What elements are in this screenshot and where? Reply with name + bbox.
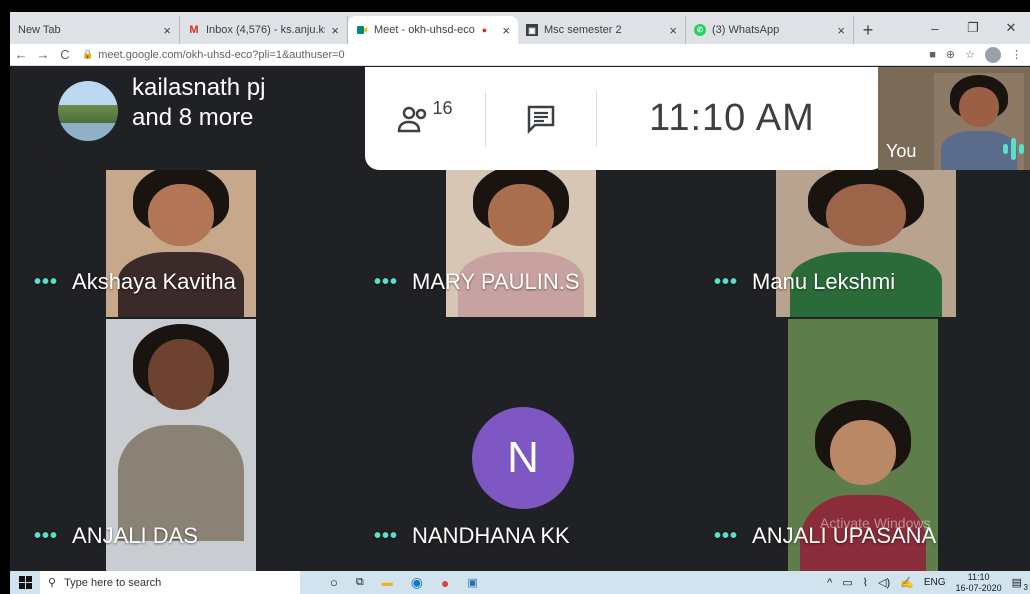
participant-name: ••• Manu Lekshmi bbox=[714, 269, 896, 294]
close-icon[interactable]: × bbox=[669, 23, 677, 38]
close-icon[interactable]: × bbox=[837, 23, 845, 38]
back-icon[interactable]: ← bbox=[10, 47, 32, 62]
speaking-indicator-icon bbox=[1003, 138, 1024, 160]
participant-tile[interactable]: ••• ANJALI DAS bbox=[10, 319, 350, 571]
tab-label: Msc semester 2 bbox=[544, 24, 622, 36]
screen: New Tab × M Inbox (4,576) - ks.anju.ks@g… bbox=[10, 12, 1030, 594]
taskbar-search[interactable]: ⚲ Type here to search bbox=[40, 571, 300, 594]
participant-tile[interactable]: ••• ANJALI UPASANA Activate Windows bbox=[690, 319, 1030, 571]
classroom-icon: ▣ bbox=[526, 24, 538, 36]
notification-count: 3 bbox=[1023, 583, 1028, 592]
more-options-icon[interactable]: ••• bbox=[34, 271, 58, 294]
url-text: meet.google.com/okh-uhsd-eco?pli=1&authu… bbox=[98, 48, 345, 61]
battery-icon[interactable]: ▭ bbox=[842, 576, 852, 589]
presenter-names: kailasnath pj and 8 more bbox=[132, 73, 372, 133]
close-icon[interactable]: × bbox=[331, 23, 339, 38]
tab-strip: New Tab × M Inbox (4,576) - ks.anju.ks@g… bbox=[10, 12, 1030, 44]
language-indicator[interactable]: ENG bbox=[924, 577, 946, 588]
presenter-name: kailasnath pj bbox=[132, 74, 266, 101]
recording-icon: ● bbox=[481, 25, 488, 35]
meet-icon bbox=[356, 24, 368, 36]
participant-count: 16 bbox=[432, 98, 453, 118]
chat-button[interactable] bbox=[486, 104, 596, 134]
more-options-icon[interactable]: ••• bbox=[714, 271, 738, 294]
tab-classroom[interactable]: ▣ Msc semester 2 × bbox=[518, 16, 686, 44]
search-placeholder: Type here to search bbox=[64, 576, 162, 589]
windows-start-icon[interactable] bbox=[10, 571, 40, 594]
address-bar: ← → C 🔒 meet.google.com/okh-uhsd-eco?pli… bbox=[10, 44, 1030, 66]
toolbar-icons: ■ ⊕ ☆ ⋮ bbox=[929, 46, 1030, 63]
activate-windows-watermark: Activate Windows bbox=[820, 515, 931, 531]
tab-label: Meet - okh-uhsd-eco bbox=[374, 24, 475, 36]
self-view[interactable]: You bbox=[878, 67, 1030, 170]
meeting-info-bar: 16 11:10 AM bbox=[365, 67, 885, 170]
photos-icon[interactable]: ▣ bbox=[467, 576, 477, 589]
search-icon: ⚲ bbox=[48, 577, 57, 589]
participant-avatar: N bbox=[472, 407, 574, 509]
maximize-icon[interactable]: ❐ bbox=[954, 12, 992, 44]
tab-new-tab[interactable]: New Tab × bbox=[10, 16, 180, 44]
taskbar-apps: ○ ⧉ ▬ ◉ ● ▣ bbox=[330, 574, 478, 591]
presenter-more: and 8 more bbox=[132, 104, 254, 131]
meeting-clock: 11:10 AM bbox=[649, 97, 815, 139]
participant-name: ••• Akshaya Kavitha bbox=[34, 269, 236, 294]
cortana-icon[interactable]: ○ bbox=[330, 575, 338, 590]
tab-whatsapp[interactable]: ✆ (3) WhatsApp × bbox=[686, 16, 854, 44]
tab-label: New Tab bbox=[18, 24, 61, 36]
new-tab-button[interactable]: + bbox=[854, 16, 882, 44]
tab-gmail[interactable]: M Inbox (4,576) - ks.anju.ks@gm × bbox=[180, 16, 348, 44]
camera-icon[interactable]: ■ bbox=[929, 49, 936, 61]
self-label: You bbox=[886, 141, 917, 161]
presenter-thumbnail bbox=[58, 81, 118, 141]
forward-icon[interactable]: → bbox=[32, 47, 54, 62]
participant-name: ••• MARY PAULIN.S bbox=[374, 269, 580, 294]
tab-meet[interactable]: Meet - okh-uhsd-eco ● × bbox=[348, 16, 518, 44]
more-options-icon[interactable]: ••• bbox=[34, 525, 58, 548]
chevron-up-icon[interactable]: ^ bbox=[827, 577, 832, 589]
menu-icon[interactable]: ⋮ bbox=[1011, 48, 1022, 61]
clock-time: 11:10 bbox=[967, 571, 990, 582]
volume-icon[interactable]: ◁) bbox=[878, 576, 890, 589]
profile-avatar[interactable] bbox=[985, 46, 1001, 63]
close-icon[interactable]: × bbox=[163, 23, 171, 38]
notification-icon[interactable]: ▤ 3 bbox=[1012, 576, 1028, 592]
clock-date: 16-07-2020 bbox=[955, 582, 1002, 593]
lock-icon[interactable]: 🔒 bbox=[82, 49, 93, 60]
url-field[interactable]: 🔒 meet.google.com/okh-uhsd-eco?pli=1&aut… bbox=[76, 46, 929, 64]
close-icon[interactable]: × bbox=[502, 23, 510, 38]
window-controls: – ❐ ✕ bbox=[916, 12, 1030, 44]
participant-name: ••• ANJALI DAS bbox=[34, 523, 198, 548]
chat-icon bbox=[527, 105, 555, 134]
meet-grid: ••• Akshaya Kavitha ••• MARY PAULIN.S ••• M… bbox=[10, 67, 1030, 571]
more-options-icon[interactable]: ••• bbox=[374, 525, 398, 548]
gmail-icon: M bbox=[189, 24, 199, 36]
tab-label: Inbox (4,576) - ks.anju.ks@gm bbox=[206, 24, 325, 36]
star-icon[interactable]: ☆ bbox=[965, 48, 975, 61]
network-icon[interactable]: ⌇ bbox=[863, 576, 868, 589]
system-tray: ^ ▭ ⌇ ◁) ✍ ENG 11:10 16-07-2020 ▤ 3 bbox=[827, 572, 1030, 594]
zoom-icon[interactable]: ⊕ bbox=[946, 48, 955, 61]
people-icon bbox=[398, 106, 427, 132]
more-options-icon[interactable]: ••• bbox=[714, 525, 738, 548]
windows-taskbar: ⚲ Type here to search ○ ⧉ ▬ ◉ ● ▣ ^ ▭ ⌇ … bbox=[10, 571, 1030, 594]
people-button[interactable]: 16 bbox=[365, 98, 485, 133]
tab-label: (3) WhatsApp bbox=[712, 24, 780, 36]
edge-icon[interactable]: ◉ bbox=[411, 574, 423, 591]
chrome-icon[interactable]: ● bbox=[441, 575, 449, 591]
more-options-icon[interactable]: ••• bbox=[374, 271, 398, 294]
close-window-icon[interactable]: ✕ bbox=[992, 12, 1030, 44]
whatsapp-icon: ✆ bbox=[694, 24, 706, 36]
presenter-info: kailasnath pj and 8 more bbox=[42, 67, 382, 170]
divider bbox=[596, 90, 597, 147]
pen-icon[interactable]: ✍ bbox=[900, 576, 914, 589]
minimize-icon[interactable]: – bbox=[916, 12, 954, 44]
task-view-icon[interactable]: ⧉ bbox=[356, 576, 364, 589]
file-explorer-icon[interactable]: ▬ bbox=[382, 577, 393, 589]
system-clock[interactable]: 11:10 16-07-2020 bbox=[956, 572, 1002, 594]
reload-icon[interactable]: C bbox=[54, 47, 76, 62]
participant-name: ••• NANDHANA KK bbox=[374, 523, 570, 548]
